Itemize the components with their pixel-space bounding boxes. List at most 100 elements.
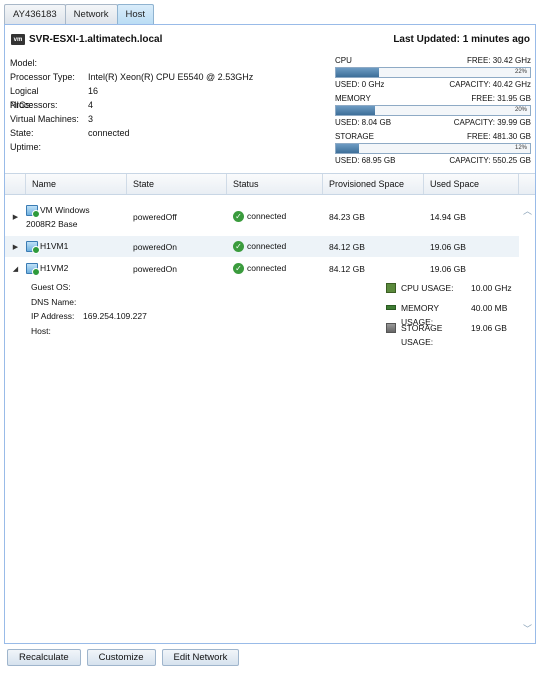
detail-label: Guest OS: [31,282,71,292]
storage-disk-icon [386,323,396,333]
column-header-state[interactable]: State [127,174,227,194]
customize-button[interactable]: Customize [86,649,156,666]
scroll-up-icon[interactable]: ︿ [523,204,532,217]
grid-header: Name State Status Provisioned Space Used… [5,174,535,195]
usage-value: 40.00 MB [471,303,508,313]
info-row-nics: NICs: 4 [10,98,253,112]
meter-fill [336,68,379,77]
host-server-icon: vm [11,34,25,45]
vm-provisioned: 84.23 GB [329,211,365,222]
meter-capacity: CAPACITY: 39.99 GB [453,118,531,127]
vm-grid: Name State Status Provisioned Space Used… [5,173,535,643]
scroll-down-icon[interactable]: ﹀ [523,622,532,635]
collapse-arrow-icon[interactable]: ◢ [5,265,26,273]
meter-bar: 20% [335,105,531,116]
info-value: 16 [88,86,99,96]
vm-name-cell: H1VM2 [26,262,127,277]
usage-value: 10.00 GHz [471,283,512,293]
last-updated: Last Updated: 1 minutes ago [393,34,530,45]
vm-used: 19.06 GB [430,241,466,252]
cpu-meter: CPU FREE: 30.42 GHz 22% USED: 0 GHz CAPACI… [335,56,531,90]
info-row-uptime: Uptime: [10,140,253,154]
tab-host[interactable]: Host [116,4,155,25]
info-label: Model: [10,58,38,68]
meter-capacity: CAPACITY: 40.42 GHz [449,80,531,89]
host-info: Model: Processor Type: Intel(R) Xeon(R) C… [10,56,253,154]
info-value: 4 [88,100,94,110]
vm-state: poweredOn [133,241,177,252]
vm-name: H1VM2 [40,262,69,273]
expand-arrow-icon[interactable]: ▶ [5,213,26,221]
header-filler [519,174,535,194]
vm-status-cell: ✓ connected [227,240,323,253]
vm-name: VM Windows [40,204,90,215]
host-title: vm SVR-ESXI-1.altimatech.local [11,34,162,45]
table-row[interactable]: ◢ H1VM2 poweredOn ✓ connected 84.12 GB 19… [5,258,519,279]
info-label: Uptime: [10,142,42,152]
meter-capacity: CAPACITY: 550.25 GB [449,156,531,165]
info-label: NICs: [10,100,33,110]
info-row-virtual-machines: Virtual Machines: 3 [10,112,253,126]
check-circle-icon: ✓ [233,211,244,223]
info-row-state: State: connected [10,126,253,140]
info-value: connected [88,128,130,138]
column-header-used-space[interactable]: Used Space [424,174,519,194]
vm-state: poweredOff [133,211,177,222]
virtual-machine-icon [26,241,40,255]
vm-name-continued: 2008R2 Base [26,218,78,229]
vm-details: Guest OS: DNS Name: IP Address: 169.254.1… [31,280,147,338]
virtual-machine-icon [26,204,40,218]
meter-percent: 22% [514,69,527,75]
meter-name: MEMORY [335,94,371,103]
meter-bar: 12% [335,143,531,154]
cpu-chip-icon [386,283,396,293]
table-row[interactable]: ▶ H1VM1 poweredOn ✓ connected 84.12 GB 19… [5,236,519,257]
vm-status-cell: ✓ connected [227,211,323,223]
tab-network[interactable]: Network [64,4,118,25]
detail-label: Host: [31,325,51,336]
tab-ay436183[interactable]: AY436183 [4,4,66,25]
meter-percent: 12% [514,145,527,151]
vm-name: H1VM1 [40,240,69,251]
expand-arrow-icon[interactable]: ▶ [5,243,26,251]
meter-used: USED: 68.95 GB [335,156,396,165]
column-header-provisioned-space[interactable]: Provisioned Space [323,174,424,194]
grid-scrollbar[interactable]: ︿ ﹀ [519,196,535,643]
usage-value: 19.06 GB [471,323,507,333]
vm-provisioned: 84.12 GB [329,263,365,274]
tab-bar: AY436183 Network Host [4,4,155,25]
meter-fill [336,144,360,153]
meter-percent: 20% [514,107,527,113]
column-header-status[interactable]: Status [227,174,323,194]
meter-free: FREE: 481.30 GB [466,132,531,141]
vm-name-cell: H1VM1 [26,240,127,255]
meter-name: CPU [335,56,352,65]
info-label: State: [10,128,34,138]
vm-provisioned: 84.12 GB [329,241,365,252]
usage-label: STORAGE USAGE: [401,323,443,347]
header-expander [5,174,26,194]
vm-name-cell: VM Windows 2008R2 Base [26,203,127,231]
meter-free: FREE: 31.95 GB [471,94,531,103]
info-row-model: Model: [10,56,253,70]
action-buttons: Recalculate Customize Edit Network [7,649,245,666]
meter-fill [336,106,375,115]
vm-usage: CPU USAGE: 10.00 GHz MEMORY USAGE: 40.00 M… [386,281,512,347]
vm-used: 19.06 GB [430,263,466,274]
info-value: Intel(R) Xeon(R) CPU E5540 @ 2.53GHz [88,72,254,82]
detail-label: DNS Name: [31,296,77,307]
vm-status-cell: ✓ connected [227,263,323,275]
meter-name: STORAGE [335,132,374,141]
resource-meters: CPU FREE: 30.42 GHz 22% USED: 0 GHz CAPACI… [335,56,531,170]
table-row[interactable]: ▶ VM Windows 2008R2 Base poweredOff ✓ con… [5,198,519,235]
edit-network-button[interactable]: Edit Network [161,649,240,666]
check-circle-icon: ✓ [233,241,244,253]
vm-used: 14.94 GB [430,211,466,222]
info-value: 3 [88,114,94,124]
recalculate-button[interactable]: Recalculate [7,649,81,666]
info-label: Virtual Machines: [10,114,79,124]
column-header-name[interactable]: Name [26,174,127,194]
memory-meter: MEMORY FREE: 31.95 GB 20% USED: 8.04 GB CA… [335,94,531,128]
vm-status: connected [247,240,287,251]
virtual-machine-icon [26,263,40,277]
